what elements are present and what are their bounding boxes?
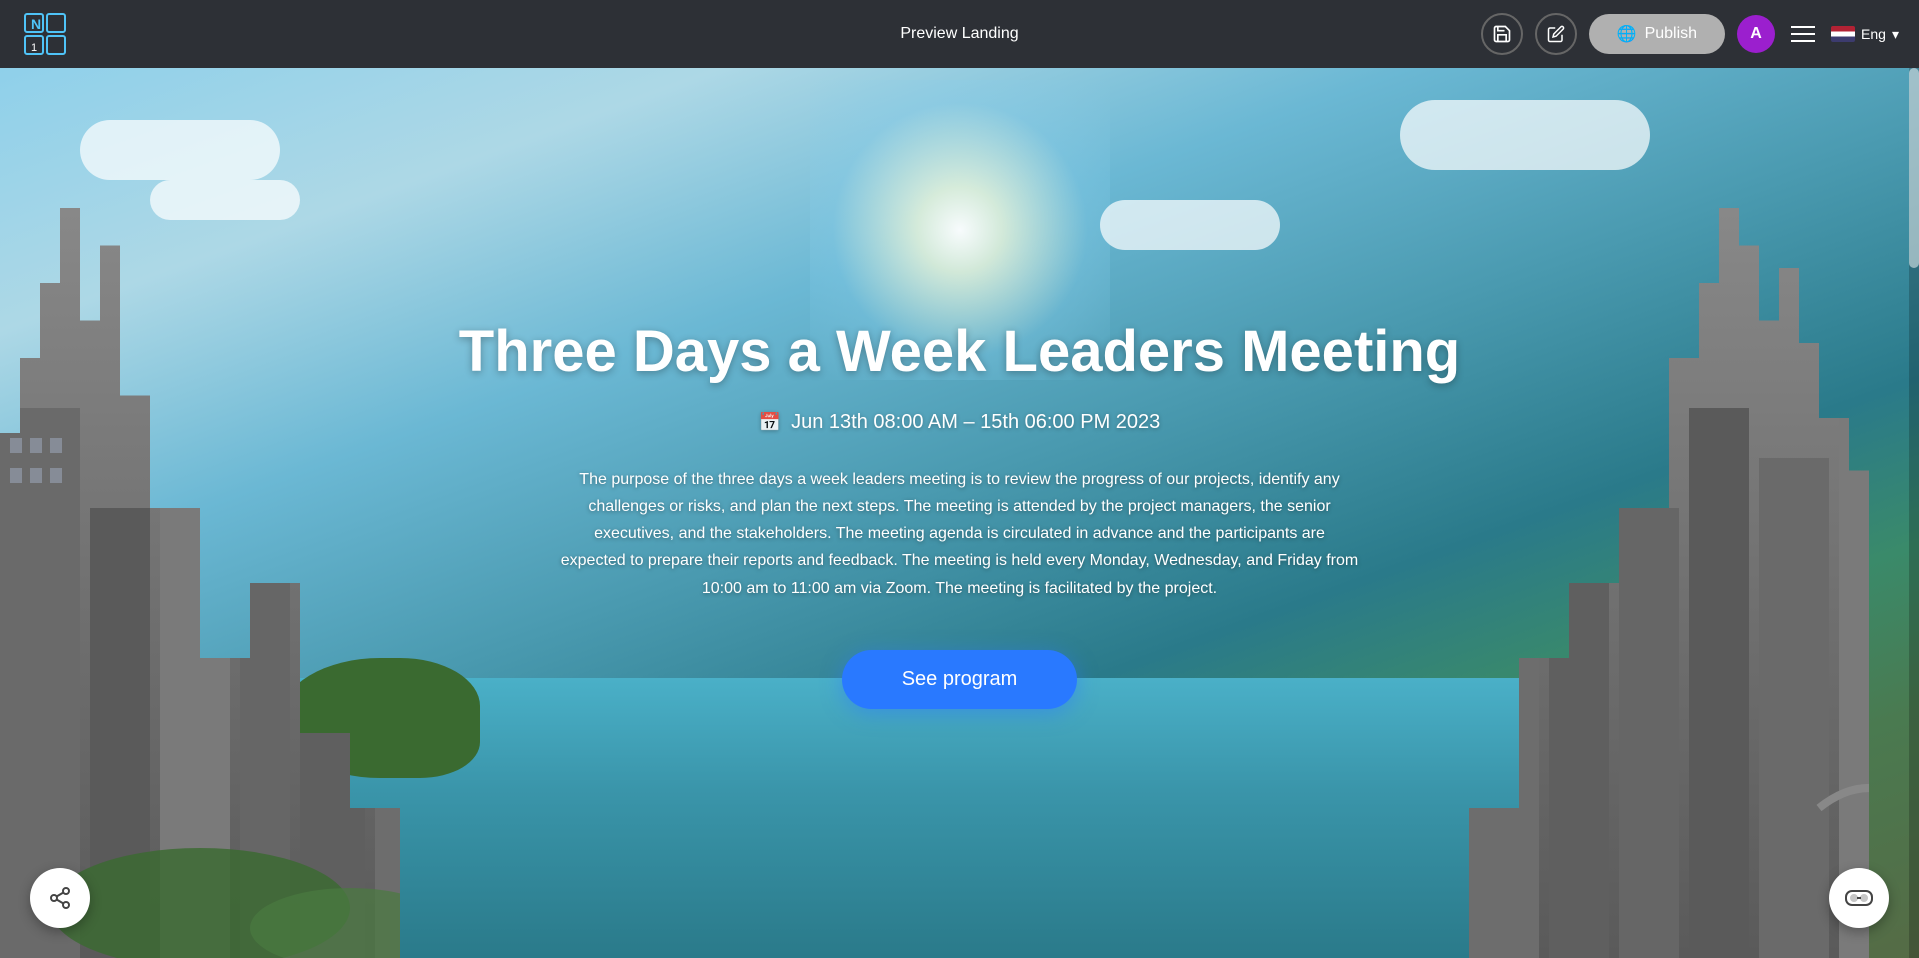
- share-button[interactable]: [30, 868, 90, 928]
- hamburger-line: [1791, 33, 1815, 35]
- event-description: The purpose of the three days a week lea…: [560, 466, 1360, 602]
- see-program-button[interactable]: See program: [842, 650, 1078, 709]
- calendar-icon: 📅: [759, 412, 781, 433]
- topbar-right: 🌐 Publish A Eng ▾: [1481, 13, 1899, 55]
- globe-icon: 🌐: [1617, 24, 1637, 44]
- svg-text:N: N: [31, 16, 41, 32]
- event-date: 📅 Jun 13th 08:00 AM – 15th 06:00 PM 2023: [759, 411, 1161, 434]
- publish-button[interactable]: 🌐 Publish: [1589, 14, 1725, 54]
- event-title: Three Days a Week Leaders Meeting: [459, 317, 1460, 387]
- hero-section: Three Days a Week Leaders Meeting 📅 Jun …: [0, 0, 1919, 958]
- hamburger-line: [1791, 40, 1815, 42]
- logo-icon: N 1: [20, 9, 70, 59]
- hero-overlay: Three Days a Week Leaders Meeting 📅 Jun …: [0, 0, 1919, 958]
- flag-icon: [1831, 26, 1855, 42]
- topbar: N 1 Preview Landing 🌐 Publish A: [0, 0, 1919, 68]
- hamburger-line: [1791, 26, 1815, 28]
- edit-button[interactable]: [1535, 13, 1577, 55]
- svg-text:1: 1: [31, 42, 37, 54]
- scrollbar-track[interactable]: [1909, 68, 1919, 958]
- topbar-title: Preview Landing: [900, 25, 1018, 43]
- topbar-left: N 1: [20, 9, 70, 59]
- vr-button[interactable]: [1829, 868, 1889, 928]
- chevron-down-icon: ▾: [1892, 26, 1899, 43]
- avatar[interactable]: A: [1737, 15, 1775, 53]
- language-selector[interactable]: Eng ▾: [1831, 26, 1899, 43]
- scrollbar-thumb[interactable]: [1909, 68, 1919, 268]
- save-button[interactable]: [1481, 13, 1523, 55]
- hamburger-button[interactable]: [1787, 22, 1819, 46]
